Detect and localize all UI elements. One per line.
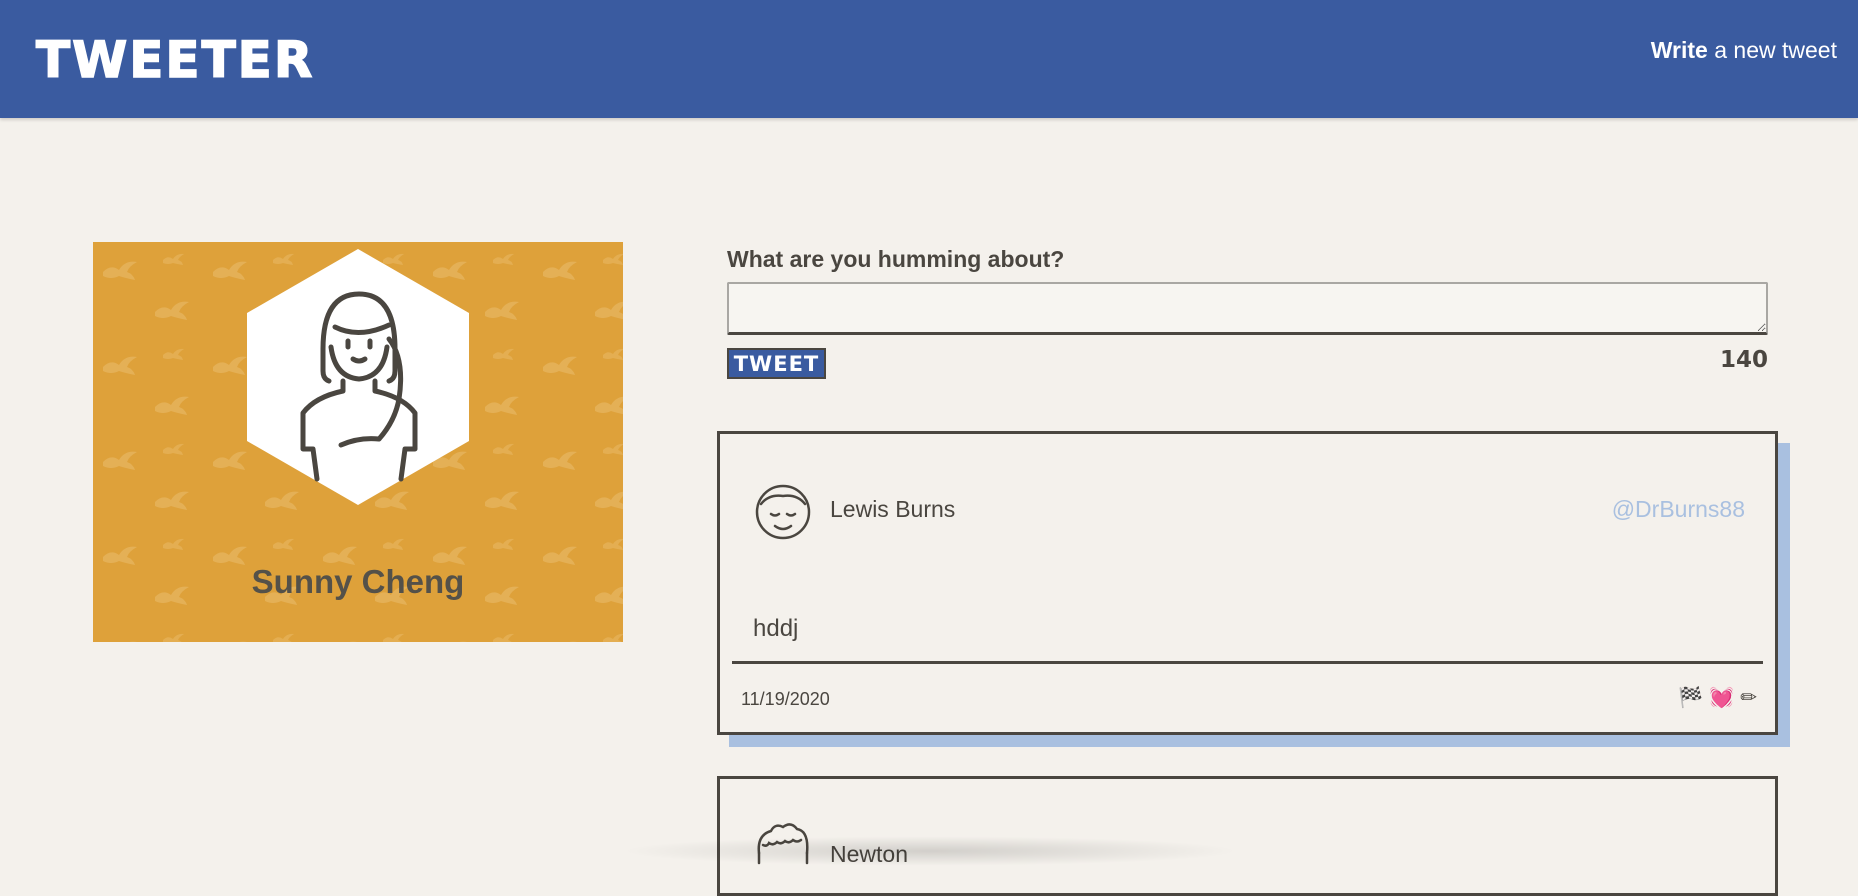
tweet-author-name: Lewis Burns [830,496,956,522]
tweet-card: Lewis Burns @DrBurns88 hddj 11/19/2020 🏁… [717,431,1778,735]
compose-link-rest: a new tweet [1707,37,1837,63]
flag-icon[interactable]: 🏁 [1678,686,1703,710]
tweet-content: hddj [753,615,799,642]
compose-link-bold: Write [1650,37,1708,63]
tweet-actions: 🏁 💓 ✏ [1678,686,1757,710]
brand-logo[interactable]: TWEETER [35,30,314,90]
pencil-icon[interactable]: ✏ [1740,686,1757,710]
tweet-author-handle: @DrBurns88 [1611,496,1745,522]
heart-icon[interactable]: 💓 [1709,686,1734,710]
tweet-date: 11/19/2020 [741,689,830,709]
profile-name: Sunny Cheng [251,563,465,600]
top-nav: TWEETER Write a new tweet [0,0,1858,118]
tweet-submit-button[interactable]: TWEET [727,348,826,379]
tweet-card: Newton [717,776,1778,896]
tweet-divider [732,661,1763,664]
new-tweet-label: What are you humming about? [727,246,1065,272]
woman-avatar-icon [247,249,469,505]
profile-card: Sunny Cheng [93,242,623,642]
write-new-tweet-link[interactable]: Write a new tweet [1651,35,1837,65]
character-counter: 140 [1719,347,1768,373]
tweet-textarea[interactable] [727,282,1768,335]
man-avatar-icon [757,823,809,865]
man-avatar-icon [755,484,811,540]
tweet-author-name: Newton [830,841,908,867]
